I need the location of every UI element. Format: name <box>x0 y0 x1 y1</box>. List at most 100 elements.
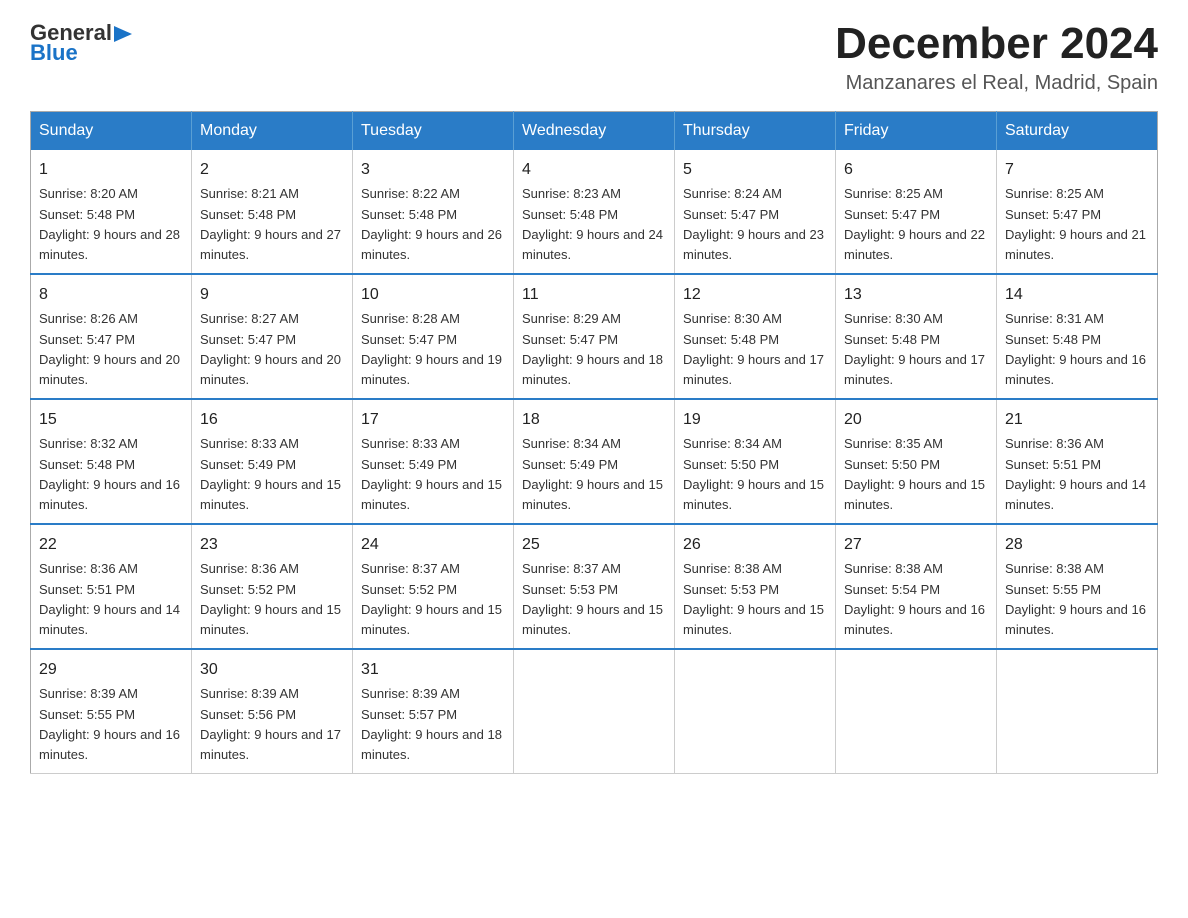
calendar-header-row: SundayMondayTuesdayWednesdayThursdayFrid… <box>31 112 1158 151</box>
calendar-cell: 27 Sunrise: 8:38 AMSunset: 5:54 PMDayligh… <box>836 524 997 649</box>
day-info: Sunrise: 8:25 AMSunset: 5:47 PMDaylight:… <box>844 186 985 262</box>
day-number: 8 <box>39 283 183 307</box>
calendar-cell: 16 Sunrise: 8:33 AMSunset: 5:49 PMDayligh… <box>192 399 353 524</box>
calendar-cell: 17 Sunrise: 8:33 AMSunset: 5:49 PMDayligh… <box>353 399 514 524</box>
col-header-friday: Friday <box>836 112 997 151</box>
day-number: 1 <box>39 158 183 182</box>
day-number: 27 <box>844 533 988 557</box>
day-number: 22 <box>39 533 183 557</box>
calendar-cell: 6Sunrise: 8:25 AMSunset: 5:47 PMDaylight… <box>836 150 997 274</box>
day-number: 16 <box>200 408 344 432</box>
day-info: Sunrise: 8:39 AMSunset: 5:56 PMDaylight:… <box>200 686 341 762</box>
col-header-thursday: Thursday <box>675 112 836 151</box>
logo-blue-text: Blue <box>30 40 78 66</box>
day-number: 15 <box>39 408 183 432</box>
calendar-cell: 12 Sunrise: 8:30 AMSunset: 5:48 PMDayligh… <box>675 274 836 399</box>
day-info: Sunrise: 8:36 AMSunset: 5:52 PMDaylight:… <box>200 561 341 637</box>
calendar-cell: 26Sunrise: 8:38 AMSunset: 5:53 PMDayligh… <box>675 524 836 649</box>
day-number: 4 <box>522 158 666 182</box>
calendar-cell: 9 Sunrise: 8:27 AMSunset: 5:47 PMDaylight… <box>192 274 353 399</box>
calendar-cell: 30 Sunrise: 8:39 AMSunset: 5:56 PMDayligh… <box>192 649 353 774</box>
col-header-wednesday: Wednesday <box>514 112 675 151</box>
day-number: 2 <box>200 158 344 182</box>
day-number: 7 <box>1005 158 1149 182</box>
col-header-monday: Monday <box>192 112 353 151</box>
day-number: 31 <box>361 658 505 682</box>
calendar-cell: 11Sunrise: 8:29 AMSunset: 5:47 PMDayligh… <box>514 274 675 399</box>
logo-triangle-icon <box>114 24 132 44</box>
day-number: 17 <box>361 408 505 432</box>
calendar-week-row: 29 Sunrise: 8:39 AMSunset: 5:55 PMDayligh… <box>31 649 1158 774</box>
month-title: December 2024 <box>835 20 1158 68</box>
calendar-week-row: 8 Sunrise: 8:26 AMSunset: 5:47 PMDaylight… <box>31 274 1158 399</box>
calendar-cell: 10 Sunrise: 8:28 AMSunset: 5:47 PMDayligh… <box>353 274 514 399</box>
calendar-cell: 19 Sunrise: 8:34 AMSunset: 5:50 PMDayligh… <box>675 399 836 524</box>
day-info: Sunrise: 8:25 AMSunset: 5:47 PMDaylight:… <box>1005 186 1146 262</box>
calendar-cell: 14Sunrise: 8:31 AMSunset: 5:48 PMDayligh… <box>997 274 1158 399</box>
day-info: Sunrise: 8:30 AMSunset: 5:48 PMDaylight:… <box>844 311 985 387</box>
day-number: 29 <box>39 658 183 682</box>
calendar-cell: 4 Sunrise: 8:23 AMSunset: 5:48 PMDaylight… <box>514 150 675 274</box>
calendar-cell: 15 Sunrise: 8:32 AMSunset: 5:48 PMDayligh… <box>31 399 192 524</box>
calendar-table: SundayMondayTuesdayWednesdayThursdayFrid… <box>30 111 1158 774</box>
day-info: Sunrise: 8:24 AMSunset: 5:47 PMDaylight:… <box>683 186 824 262</box>
location-text: Manzanares el Real, Madrid, Spain <box>835 72 1158 95</box>
day-info: Sunrise: 8:35 AMSunset: 5:50 PMDaylight:… <box>844 436 985 512</box>
day-info: Sunrise: 8:39 AMSunset: 5:57 PMDaylight:… <box>361 686 502 762</box>
day-number: 13 <box>844 283 988 307</box>
day-number: 12 <box>683 283 827 307</box>
day-info: Sunrise: 8:27 AMSunset: 5:47 PMDaylight:… <box>200 311 341 387</box>
day-number: 19 <box>683 408 827 432</box>
calendar-cell: 28 Sunrise: 8:38 AMSunset: 5:55 PMDayligh… <box>997 524 1158 649</box>
calendar-cell: 24Sunrise: 8:37 AMSunset: 5:52 PMDayligh… <box>353 524 514 649</box>
day-info: Sunrise: 8:37 AMSunset: 5:53 PMDaylight:… <box>522 561 663 637</box>
day-number: 28 <box>1005 533 1149 557</box>
calendar-cell: 18Sunrise: 8:34 AMSunset: 5:49 PMDayligh… <box>514 399 675 524</box>
day-info: Sunrise: 8:37 AMSunset: 5:52 PMDaylight:… <box>361 561 502 637</box>
calendar-cell: 29 Sunrise: 8:39 AMSunset: 5:55 PMDayligh… <box>31 649 192 774</box>
col-header-saturday: Saturday <box>997 112 1158 151</box>
calendar-cell: 2 Sunrise: 8:21 AMSunset: 5:48 PMDaylight… <box>192 150 353 274</box>
day-number: 23 <box>200 533 344 557</box>
title-section: December 2024 Manzanares el Real, Madrid… <box>835 20 1158 95</box>
day-info: Sunrise: 8:34 AMSunset: 5:50 PMDaylight:… <box>683 436 824 512</box>
col-header-sunday: Sunday <box>31 112 192 151</box>
calendar-cell <box>997 649 1158 774</box>
day-info: Sunrise: 8:21 AMSunset: 5:48 PMDaylight:… <box>200 186 341 262</box>
page-header: General Blue December 2024 Manzanares el… <box>30 20 1158 95</box>
day-info: Sunrise: 8:33 AMSunset: 5:49 PMDaylight:… <box>200 436 341 512</box>
day-number: 14 <box>1005 283 1149 307</box>
calendar-cell: 8 Sunrise: 8:26 AMSunset: 5:47 PMDaylight… <box>31 274 192 399</box>
day-info: Sunrise: 8:39 AMSunset: 5:55 PMDaylight:… <box>39 686 180 762</box>
day-number: 21 <box>1005 408 1149 432</box>
day-info: Sunrise: 8:34 AMSunset: 5:49 PMDaylight:… <box>522 436 663 512</box>
day-info: Sunrise: 8:38 AMSunset: 5:54 PMDaylight:… <box>844 561 985 637</box>
calendar-week-row: 15 Sunrise: 8:32 AMSunset: 5:48 PMDayligh… <box>31 399 1158 524</box>
calendar-cell: 13 Sunrise: 8:30 AMSunset: 5:48 PMDayligh… <box>836 274 997 399</box>
calendar-week-row: 1Sunrise: 8:20 AMSunset: 5:48 PMDaylight… <box>31 150 1158 274</box>
day-info: Sunrise: 8:33 AMSunset: 5:49 PMDaylight:… <box>361 436 502 512</box>
day-info: Sunrise: 8:26 AMSunset: 5:47 PMDaylight:… <box>39 311 180 387</box>
col-header-tuesday: Tuesday <box>353 112 514 151</box>
logo: General Blue <box>30 20 132 66</box>
day-number: 26 <box>683 533 827 557</box>
day-number: 9 <box>200 283 344 307</box>
day-number: 10 <box>361 283 505 307</box>
day-info: Sunrise: 8:32 AMSunset: 5:48 PMDaylight:… <box>39 436 180 512</box>
day-info: Sunrise: 8:36 AMSunset: 5:51 PMDaylight:… <box>39 561 180 637</box>
calendar-cell: 22 Sunrise: 8:36 AMSunset: 5:51 PMDayligh… <box>31 524 192 649</box>
calendar-cell: 3 Sunrise: 8:22 AMSunset: 5:48 PMDaylight… <box>353 150 514 274</box>
day-info: Sunrise: 8:29 AMSunset: 5:47 PMDaylight:… <box>522 311 663 387</box>
calendar-cell: 1Sunrise: 8:20 AMSunset: 5:48 PMDaylight… <box>31 150 192 274</box>
day-info: Sunrise: 8:28 AMSunset: 5:47 PMDaylight:… <box>361 311 502 387</box>
day-info: Sunrise: 8:30 AMSunset: 5:48 PMDaylight:… <box>683 311 824 387</box>
calendar-cell <box>514 649 675 774</box>
day-number: 25 <box>522 533 666 557</box>
day-info: Sunrise: 8:23 AMSunset: 5:48 PMDaylight:… <box>522 186 663 262</box>
day-number: 3 <box>361 158 505 182</box>
calendar-cell: 5Sunrise: 8:24 AMSunset: 5:47 PMDaylight… <box>675 150 836 274</box>
day-number: 30 <box>200 658 344 682</box>
day-info: Sunrise: 8:22 AMSunset: 5:48 PMDaylight:… <box>361 186 502 262</box>
calendar-cell: 23 Sunrise: 8:36 AMSunset: 5:52 PMDayligh… <box>192 524 353 649</box>
day-info: Sunrise: 8:38 AMSunset: 5:55 PMDaylight:… <box>1005 561 1146 637</box>
